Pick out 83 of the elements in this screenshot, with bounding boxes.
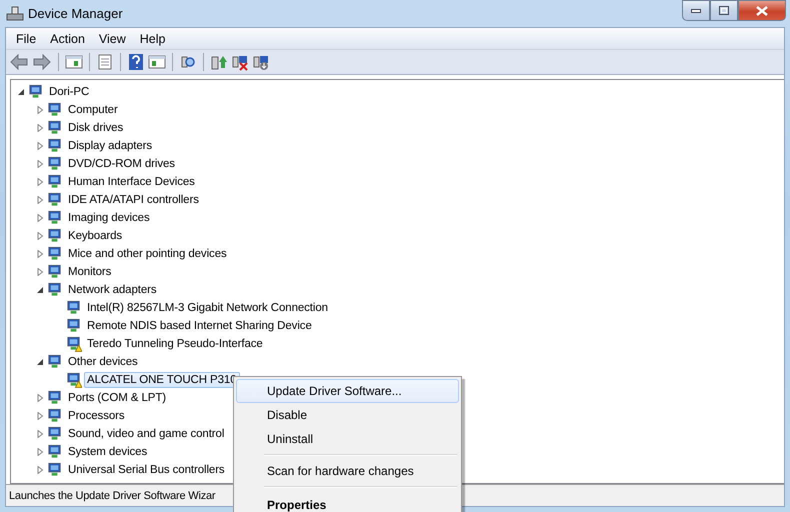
expand-arrow-icon[interactable] xyxy=(36,430,44,438)
tree-item[interactable]: Processors xyxy=(65,408,128,424)
device-icon xyxy=(47,444,63,460)
tree-item[interactable]: Keyboards xyxy=(65,228,126,244)
expand-arrow-icon[interactable] xyxy=(36,466,44,474)
tree-item[interactable]: Teredo Tunneling Pseudo-Interface xyxy=(84,336,266,352)
device-icon xyxy=(47,282,63,298)
back-icon[interactable] xyxy=(9,54,29,70)
tree-item[interactable]: Imaging devices xyxy=(65,210,153,226)
menu-item[interactable]: View xyxy=(92,32,133,46)
tree-item[interactable]: IDE ATA/ATAPI controllers xyxy=(65,192,202,208)
device-icon xyxy=(47,156,63,172)
forward-icon[interactable] xyxy=(32,54,52,70)
maximize-icon xyxy=(719,6,729,15)
computer-icon xyxy=(6,6,24,22)
status-text: Launches the Update Driver Software Wizar xyxy=(9,490,216,502)
expand-arrow-icon[interactable] xyxy=(36,232,44,240)
tree-item[interactable]: Dori-PC xyxy=(46,84,92,100)
tree-item[interactable]: Disk drives xyxy=(65,120,126,136)
device-icon xyxy=(28,84,44,100)
device-icon xyxy=(47,228,63,244)
expand-arrow-icon[interactable] xyxy=(36,250,44,258)
menu-item[interactable]: Properties xyxy=(236,491,459,512)
device-icon xyxy=(47,264,63,280)
device-icon xyxy=(47,138,63,154)
tree-item[interactable]: Ports (COM & LPT) xyxy=(65,390,169,406)
tree-item[interactable]: Display adapters xyxy=(65,138,156,154)
tree-item[interactable]: Universal Serial Bus controllers xyxy=(65,462,228,478)
device-icon xyxy=(47,354,63,370)
tree-item[interactable]: Computer xyxy=(65,102,121,118)
expand-arrow-icon[interactable] xyxy=(36,178,44,186)
action-pane-icon[interactable] xyxy=(148,53,166,71)
expand-arrow-icon[interactable] xyxy=(36,160,44,168)
tree-item[interactable]: Human Interface Devices xyxy=(65,174,198,190)
collapse-arrow-icon[interactable] xyxy=(36,286,44,294)
device-icon xyxy=(47,120,63,136)
device-icon xyxy=(47,102,63,118)
menu-item[interactable]: Help xyxy=(132,32,172,46)
expand-arrow-icon[interactable] xyxy=(36,106,44,114)
tree-item[interactable]: Intel(R) 82567LM-3 Gigabit Network Connection xyxy=(84,300,331,316)
tree-item[interactable]: Remote NDIS based Internet Sharing Device xyxy=(84,318,315,334)
uninstall-icon[interactable] xyxy=(252,53,270,71)
tree-item[interactable]: Mice and other pointing devices xyxy=(65,246,230,262)
expand-arrow-icon[interactable] xyxy=(36,214,44,222)
console-tree-icon[interactable] xyxy=(65,53,83,71)
device-icon xyxy=(47,462,63,478)
expand-arrow-icon[interactable] xyxy=(36,124,44,132)
tree-item[interactable]: Other devices xyxy=(65,354,141,370)
menu-item[interactable]: Action xyxy=(43,32,92,46)
tree-item[interactable]: System devices xyxy=(65,444,150,460)
tree-item[interactable]: Network adapters xyxy=(65,282,160,298)
tree-item[interactable]: Monitors xyxy=(65,264,114,280)
expand-arrow-icon[interactable] xyxy=(36,394,44,402)
expand-arrow-icon[interactable] xyxy=(36,412,44,420)
menu-item[interactable]: File xyxy=(9,32,44,46)
device-icon xyxy=(47,246,63,262)
device-icon xyxy=(47,390,63,406)
close-icon xyxy=(756,6,768,16)
device-icon xyxy=(47,210,63,226)
tree-item[interactable]: DVD/CD-ROM drives xyxy=(65,156,178,172)
tree-item[interactable]: Sound, video and game control xyxy=(65,426,228,442)
minimize-icon xyxy=(691,8,701,12)
collapse-arrow-icon[interactable] xyxy=(36,358,44,366)
menu-item[interactable]: Update Driver Software... xyxy=(236,379,459,403)
expand-arrow-icon[interactable] xyxy=(36,196,44,204)
window-title: Device Manager xyxy=(28,6,123,21)
device-icon xyxy=(47,426,63,442)
close-button[interactable] xyxy=(738,0,786,21)
maximize-button[interactable] xyxy=(710,0,738,21)
collapse-arrow-icon[interactable] xyxy=(17,88,25,96)
device-icon xyxy=(47,408,63,424)
menu-item[interactable]: Scan for hardware changes xyxy=(236,459,459,483)
menu-item[interactable]: Uninstall xyxy=(236,427,459,451)
expand-arrow-icon[interactable] xyxy=(36,268,44,276)
disable-icon[interactable] xyxy=(231,53,249,71)
minimize-button[interactable] xyxy=(682,0,710,21)
device-icon xyxy=(47,174,63,190)
device-icon xyxy=(47,192,63,208)
menu-item[interactable]: Disable xyxy=(236,403,459,427)
expand-arrow-icon[interactable] xyxy=(36,142,44,150)
help-icon[interactable] xyxy=(127,53,145,71)
expand-arrow-icon[interactable] xyxy=(36,448,44,456)
properties-icon[interactable] xyxy=(96,53,114,71)
